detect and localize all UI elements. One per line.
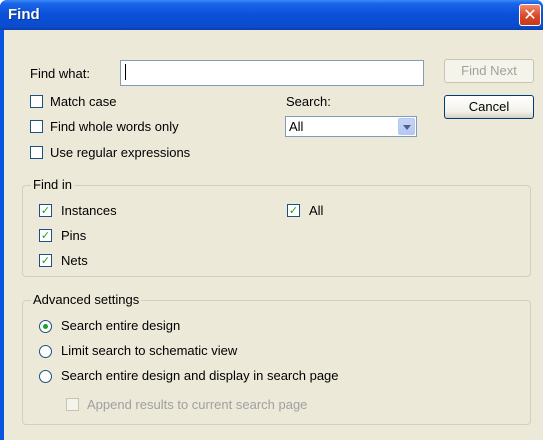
match-case-checkbox[interactable] xyxy=(30,95,43,108)
match-case-label: Match case xyxy=(50,94,117,109)
all-label: All xyxy=(309,203,324,218)
pins-label: Pins xyxy=(61,228,87,243)
close-icon: ✕ xyxy=(523,5,537,24)
regex-label: Use regular expressions xyxy=(50,145,191,160)
append-results-checkbox[interactable] xyxy=(66,398,79,411)
search-label: Search: xyxy=(286,94,331,109)
nets-label: Nets xyxy=(61,253,88,268)
pins-checkbox[interactable]: ✓ xyxy=(39,229,52,242)
check-icon: ✓ xyxy=(40,204,51,217)
check-icon: ✓ xyxy=(40,254,51,267)
cancel-button[interactable]: Cancel xyxy=(444,95,534,119)
search-entire-design-label: Search entire design xyxy=(61,318,181,333)
regex-checkbox[interactable] xyxy=(30,146,43,159)
dialog-body: Find what: Find Next Cancel Match case F… xyxy=(4,30,543,440)
all-checkbox[interactable]: ✓ xyxy=(287,204,300,217)
close-button[interactable]: ✕ xyxy=(519,4,541,26)
check-icon: ✓ xyxy=(288,204,299,217)
instances-checkbox[interactable]: ✓ xyxy=(39,204,52,217)
find-what-label: Find what: xyxy=(30,66,90,81)
schematic-view-label: Limit search to schematic view xyxy=(61,343,238,358)
chevron-down-icon[interactable] xyxy=(398,118,415,135)
find-next-button[interactable]: Find Next xyxy=(444,59,534,83)
advanced-settings-legend: Advanced settings xyxy=(31,292,142,307)
whole-words-label: Find whole words only xyxy=(50,119,179,134)
find-in-group: Find in ✓ Instances ✓ Pins ✓ Nets ✓ All xyxy=(22,177,531,277)
append-results-label: Append results to current search page xyxy=(87,397,308,412)
check-icon: ✓ xyxy=(40,229,51,242)
search-select[interactable]: All xyxy=(285,116,417,137)
whole-words-checkbox[interactable] xyxy=(30,120,43,133)
find-dialog: Find ✕ Find what: Find Next Cancel Match… xyxy=(0,0,543,440)
radio-selected-dot xyxy=(43,324,48,329)
nets-checkbox[interactable]: ✓ xyxy=(39,254,52,267)
search-page-radio[interactable] xyxy=(39,370,52,383)
find-what-input[interactable] xyxy=(120,60,424,86)
title-bar[interactable]: Find ✕ xyxy=(0,0,543,30)
search-selected-value: All xyxy=(289,119,304,134)
find-in-legend: Find in xyxy=(31,177,75,192)
instances-label: Instances xyxy=(61,203,117,218)
advanced-settings-group: Advanced settings Search entire design L… xyxy=(22,292,531,425)
search-page-label: Search entire design and display in sear… xyxy=(61,368,339,383)
window-title: Find xyxy=(8,6,40,23)
schematic-view-radio[interactable] xyxy=(39,345,52,358)
search-entire-design-radio[interactable] xyxy=(39,320,52,333)
text-caret xyxy=(125,64,126,80)
